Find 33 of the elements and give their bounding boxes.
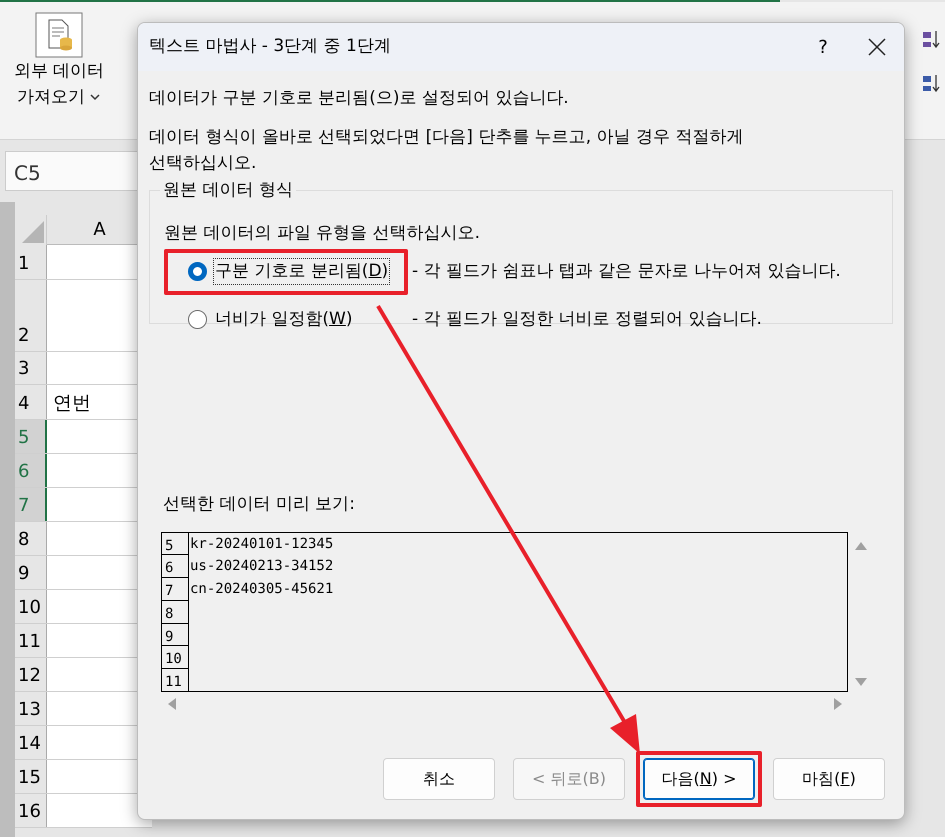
radio-button[interactable]	[188, 262, 207, 281]
line-number: 8	[162, 600, 189, 624]
option-description: - 각 필드가 쉼표나 탭과 같은 문자로 나누어져 있습니다.	[412, 260, 841, 283]
prompt-text: 원본 데이터의 파일 유형을 선택하십시오.	[164, 222, 480, 245]
line-number: 9	[162, 624, 189, 646]
row-header[interactable]: 7	[15, 488, 47, 521]
radio-label[interactable]: 구분 기호로 분리됨(D)	[213, 258, 390, 286]
dialog-button[interactable]: 마침(F)	[773, 758, 885, 800]
line-number: 11	[162, 669, 189, 690]
preview-line: cn-20240305-45621	[189, 580, 334, 600]
dialog-button[interactable]: 다음(N) >	[643, 758, 755, 800]
radio-button[interactable]	[188, 310, 207, 329]
preview-line: kr-20240101-12345	[189, 534, 334, 554]
caret-icon	[89, 93, 101, 102]
radio-label[interactable]: 너비가 일정함(W)	[213, 306, 354, 334]
name-box[interactable]: C5	[5, 151, 140, 191]
instruction-text: 데이터 형식이 올바로 선택되었다면 [다음] 단추를 누르고, 아닐 경우 적절하게 선택하십시오.	[149, 126, 744, 175]
database-document-icon	[35, 12, 83, 58]
close-icon[interactable]	[868, 38, 886, 56]
line-number: 7	[162, 578, 189, 601]
intro-text: 데이터가 구분 기호로 분리됨(으)로 설정되어 있습니다.	[149, 87, 570, 110]
dialog-button[interactable]: 취소	[383, 758, 495, 800]
option-description: - 각 필드가 일정한 너비로 정렬되어 있습니다.	[412, 308, 762, 331]
preview-line: us-20240213-34152	[189, 557, 334, 576]
row-header[interactable]: 5	[15, 420, 47, 453]
preview-label: 선택한 데이터 미리 보기:	[163, 493, 355, 516]
import-data-button[interactable]: 외부 데이터 가져오기	[0, 2, 118, 110]
row-header[interactable]: 6	[15, 454, 47, 487]
help-button[interactable]: ?	[796, 23, 850, 71]
window-title: 텍스트 마법사 - 3단계 중 1단계	[149, 35, 392, 58]
line-number: 5	[162, 532, 189, 556]
line-number: 10	[162, 646, 189, 670]
line-number: 6	[162, 555, 189, 578]
